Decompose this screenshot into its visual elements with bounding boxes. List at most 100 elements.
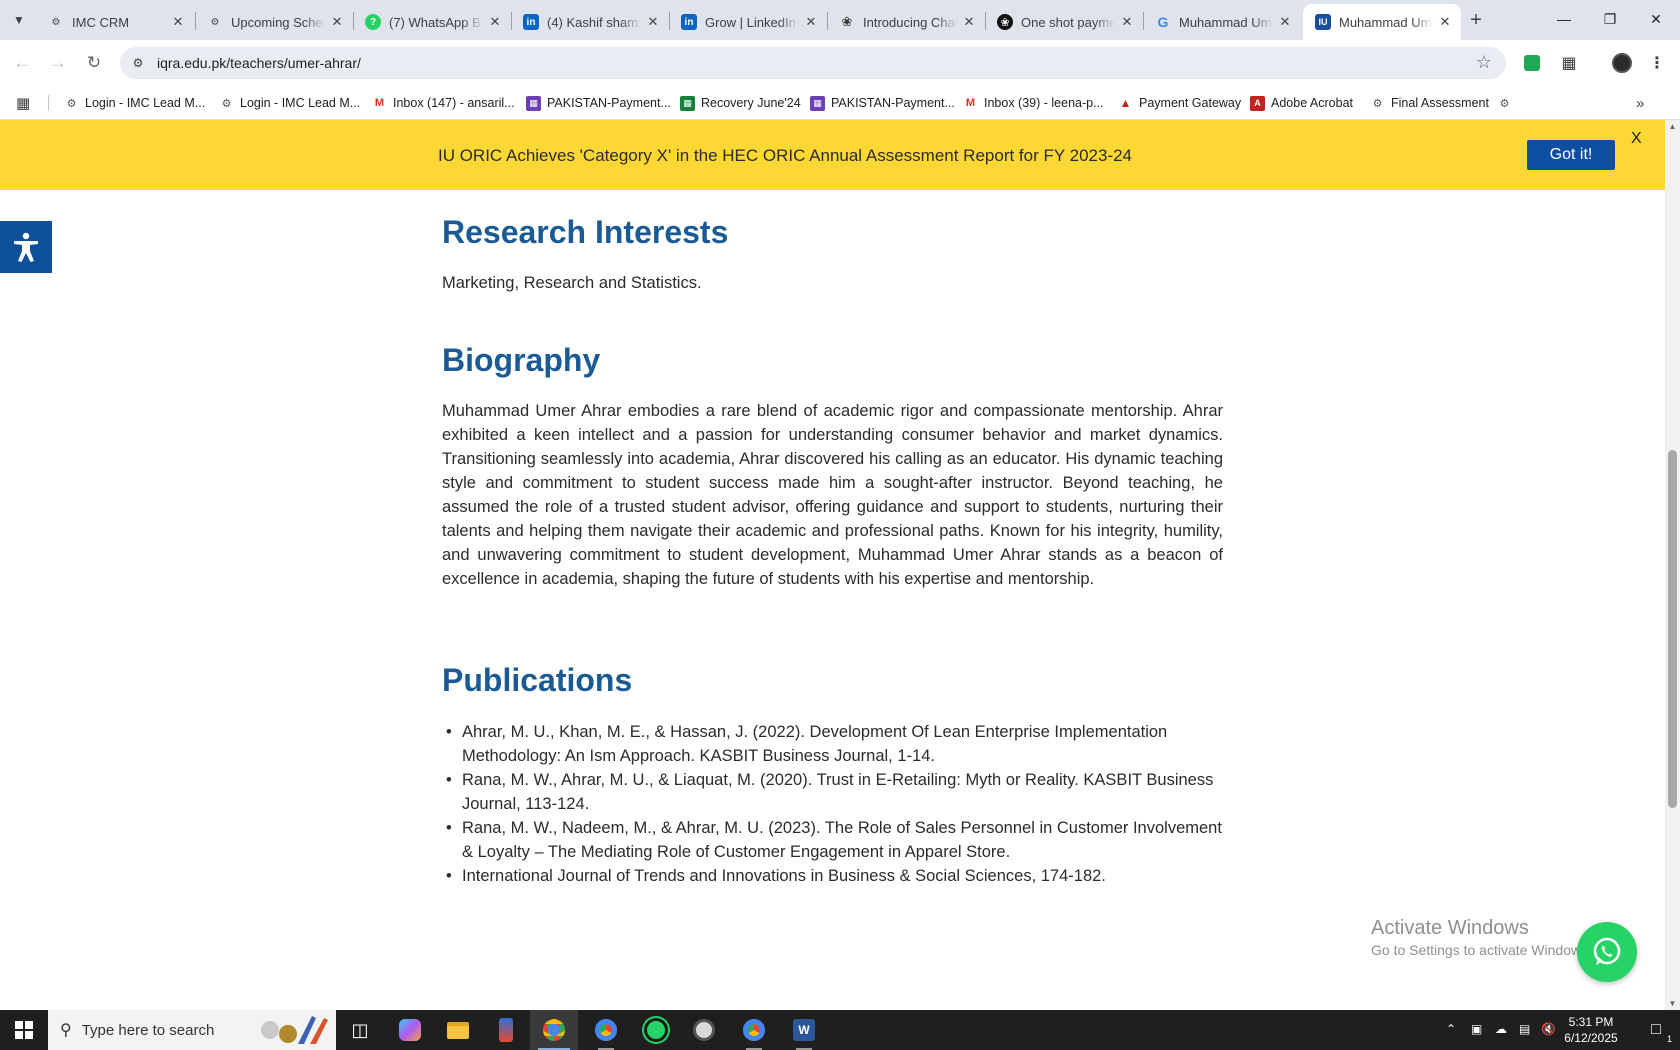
bookmark-more-imc[interactable]: ⚙ (1497, 92, 1518, 114)
bookmark-recovery-june[interactable]: ▦ Recovery June'24 (680, 92, 801, 114)
announcement-banner: IU ORIC Achieves 'Category X' in the HEC… (0, 120, 1665, 190)
new-tab-button[interactable]: + (1463, 8, 1489, 32)
tab-iqra-profile-active[interactable]: IU Muhammad Umer Ahrar ✕ (1303, 4, 1461, 40)
bookmark-label: Inbox (147) - ansaril... (393, 96, 515, 110)
network-icon[interactable]: ▤ (1519, 1022, 1530, 1036)
bookmark-imc-login-1[interactable]: ⚙ Login - IMC Lead M... (64, 92, 206, 114)
reload-button[interactable]: ↻ (80, 49, 108, 77)
extensions-button[interactable]: ▦ (1557, 51, 1581, 75)
close-icon[interactable]: ✕ (961, 14, 977, 30)
back-button[interactable]: ← (8, 49, 36, 77)
taskbar-app-pinned[interactable] (482, 1010, 530, 1050)
onedrive-icon[interactable]: ☁ (1495, 1022, 1507, 1036)
bookmark-imc-login-2[interactable]: ⚙ Login - IMC Lead M... (219, 92, 361, 114)
banner-close-button[interactable]: X (1631, 130, 1642, 148)
extension-whatsapp-button[interactable] (1520, 51, 1544, 75)
bookmark-payment-gateway[interactable]: ▲ Payment Gateway (1118, 92, 1242, 114)
profile-button[interactable] (1610, 51, 1634, 75)
address-bar[interactable]: ⚙ iqra.edu.pk/teachers/umer-ahrar/ ☆ (120, 47, 1506, 79)
forward-arrow-icon: → (49, 53, 67, 72)
chrome-icon (543, 1019, 565, 1041)
accessibility-button[interactable] (0, 221, 52, 273)
bookmark-star-icon[interactable]: ☆ (1476, 52, 1492, 73)
whatsapp-icon: ? (365, 14, 381, 30)
close-window-button[interactable]: ✕ (1633, 4, 1679, 34)
scroll-thumb[interactable] (1668, 450, 1677, 808)
grid-icon: ▦ (526, 95, 541, 111)
taskbar-copilot[interactable] (386, 1010, 434, 1050)
notification-icon: □ (1651, 1021, 1661, 1038)
app-icon (693, 1019, 715, 1041)
bookmark-pakistan-payment-1[interactable]: ▦ PAKISTAN-Payment... (526, 92, 671, 114)
tab-whatsapp-business[interactable]: ? (7) WhatsApp Business ✕ (353, 4, 511, 40)
browser-menu-button[interactable]: ⋮ (1645, 51, 1669, 75)
task-view-button[interactable]: ◫ (336, 1010, 384, 1050)
taskbar-chrome-2[interactable] (582, 1010, 630, 1050)
browser-toolbar: ← → ↻ ⚙ iqra.edu.pk/teachers/umer-ahrar/… (0, 40, 1680, 86)
tab-imc-crm[interactable]: ⚙ IMC CRM ✕ (36, 4, 194, 40)
scroll-down-icon[interactable]: ▼ (1667, 999, 1678, 1008)
more-vertical-icon: ⋮ (1649, 55, 1665, 72)
taskbar-whatsapp[interactable] (632, 1010, 680, 1050)
close-icon[interactable]: ✕ (1277, 14, 1293, 30)
page-viewport: IU ORIC Achieves 'Category X' in the HEC… (0, 120, 1680, 1010)
volume-muted-icon[interactable]: 🔇 (1541, 1022, 1556, 1036)
imc-icon: ⚙ (1499, 97, 1510, 110)
taskbar-chrome-1[interactable] (530, 1010, 578, 1050)
google-icon: G (1157, 14, 1169, 30)
bookmark-inbox-ansari[interactable]: M Inbox (147) - ansaril... (372, 92, 515, 114)
site-info-icon[interactable]: ⚙ (130, 55, 146, 71)
close-icon[interactable]: ✕ (170, 14, 186, 30)
taskbar-chrome-3[interactable] (730, 1010, 778, 1050)
notifications-button[interactable]: □ 1 (1632, 1010, 1680, 1050)
minimize-button[interactable]: — (1541, 4, 1587, 34)
notification-count: 1 (1666, 1034, 1672, 1044)
taskbar-word[interactable]: W (780, 1010, 828, 1050)
whatsapp-chat-button[interactable] (1577, 922, 1637, 982)
tab-search-button[interactable]: ▼ (6, 8, 32, 32)
scroll-up-icon[interactable]: ▲ (1667, 122, 1678, 131)
close-icon[interactable]: ✕ (1119, 14, 1135, 30)
bookmark-label: PAKISTAN-Payment... (547, 96, 671, 110)
bookmark-final-assessment[interactable]: ⚙ Final Assessment (1370, 92, 1489, 114)
bookmark-divider (48, 95, 49, 111)
system-clock[interactable]: 5:31 PM 6/12/2025 (1556, 1014, 1626, 1046)
meet-now-icon[interactable]: ▣ (1471, 1022, 1482, 1036)
imc-icon: ⚙ (66, 97, 77, 110)
close-icon[interactable]: ✕ (487, 14, 503, 30)
gmail-icon: M (965, 97, 976, 109)
watermark-title: Activate Windows (1371, 917, 1529, 939)
bookmark-adobe-acrobat[interactable]: A Adobe Acrobat (1250, 92, 1353, 114)
got-it-button[interactable]: Got it! (1527, 140, 1615, 170)
tab-grow-linkedin[interactable]: in Grow | LinkedIn ✕ (669, 4, 827, 40)
avatar (1612, 53, 1632, 73)
start-button[interactable] (0, 1010, 48, 1050)
close-icon[interactable]: ✕ (803, 14, 819, 30)
gmail-icon: M (374, 97, 385, 109)
close-icon[interactable]: ✕ (329, 14, 345, 30)
tab-kashif-linkedin[interactable]: in (4) Kashif shamsi ✕ (511, 4, 669, 40)
bookmarks-overflow-button[interactable]: » (1636, 92, 1644, 114)
tab-upcoming-schedule[interactable]: ⚙ Upcoming Schedule ✕ (195, 4, 353, 40)
apps-button[interactable]: ▦ (16, 92, 30, 114)
close-icon[interactable]: ✕ (645, 14, 661, 30)
search-placeholder: Type here to search (81, 1021, 215, 1039)
url-text[interactable]: iqra.edu.pk/teachers/umer-ahrar/ (157, 55, 361, 71)
bookmark-pakistan-payment-2[interactable]: ▦ PAKISTAN-Payment... (810, 92, 955, 114)
close-icon[interactable]: ✕ (1437, 14, 1453, 30)
tab-one-shot-payment[interactable]: ❀ One shot payment ✕ (985, 4, 1143, 40)
forward-button[interactable]: → (44, 49, 72, 77)
tab-title: Muhammad Umer Ahrar (1179, 14, 1273, 30)
iqra-icon: IU (1315, 14, 1331, 30)
taskbar-search-box[interactable]: ⚲ Type here to search (48, 1010, 336, 1050)
taskbar-file-explorer[interactable] (434, 1010, 482, 1050)
tab-google-search[interactable]: G Muhammad Umer Ahrar ✕ (1143, 4, 1301, 40)
restore-button[interactable]: ❐ (1587, 4, 1633, 34)
bookmark-inbox-leena[interactable]: M Inbox (39) - leena-p... (963, 92, 1104, 114)
taskbar-app-grey[interactable] (680, 1010, 728, 1050)
page-scrollbar[interactable]: ▲ ▼ (1665, 120, 1680, 1010)
tab-introducing-chatgpt[interactable]: ❀ Introducing ChatGPT ✕ (827, 4, 985, 40)
bookmark-label: Login - IMC Lead M... (85, 96, 206, 110)
whatsapp-extension-icon (1524, 55, 1540, 71)
show-hidden-icons-button[interactable]: ⌃ (1446, 1022, 1456, 1036)
